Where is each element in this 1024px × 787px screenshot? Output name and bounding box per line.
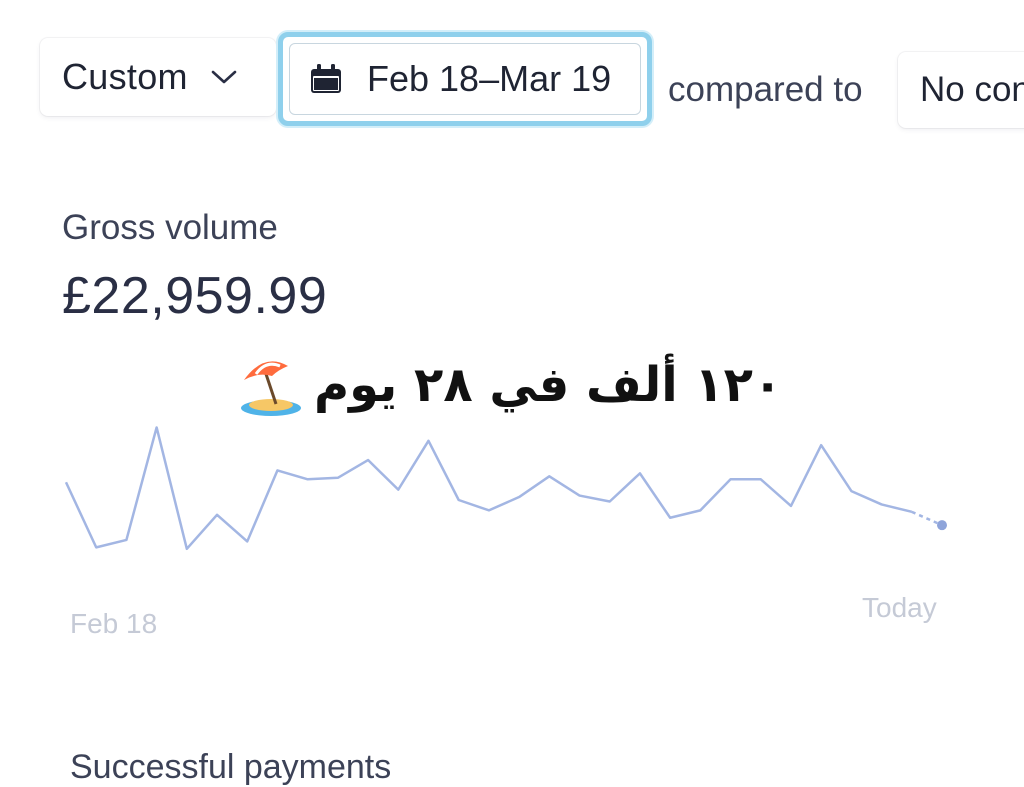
metric-label: Gross volume xyxy=(62,208,278,247)
chevron-down-icon xyxy=(211,70,237,84)
metric-value: £22,959.99 xyxy=(62,267,328,325)
compare-select[interactable]: No con xyxy=(898,52,1024,128)
series-end-point xyxy=(937,520,947,531)
compare-select-value: No con xyxy=(920,70,1024,109)
overlay-text: ١٢٠ ألف في ٢٨ يوم xyxy=(314,357,783,413)
date-range-button[interactable]: Feb 18–Mar 19 xyxy=(278,32,652,126)
date-range-text: Feb 18–Mar 19 xyxy=(367,58,612,99)
calendar-icon xyxy=(311,64,341,93)
compared-to-label: compared to xyxy=(668,70,863,109)
range-select-label: Custom xyxy=(62,56,188,97)
series-line xyxy=(64,426,913,551)
x-axis-end-label: Today xyxy=(862,592,937,623)
x-axis-start-label: Feb 18 xyxy=(70,608,158,639)
range-select[interactable]: Custom xyxy=(40,38,276,116)
filter-toolbar: Custom Feb 18–Mar 19 compared to No con xyxy=(0,0,1024,140)
